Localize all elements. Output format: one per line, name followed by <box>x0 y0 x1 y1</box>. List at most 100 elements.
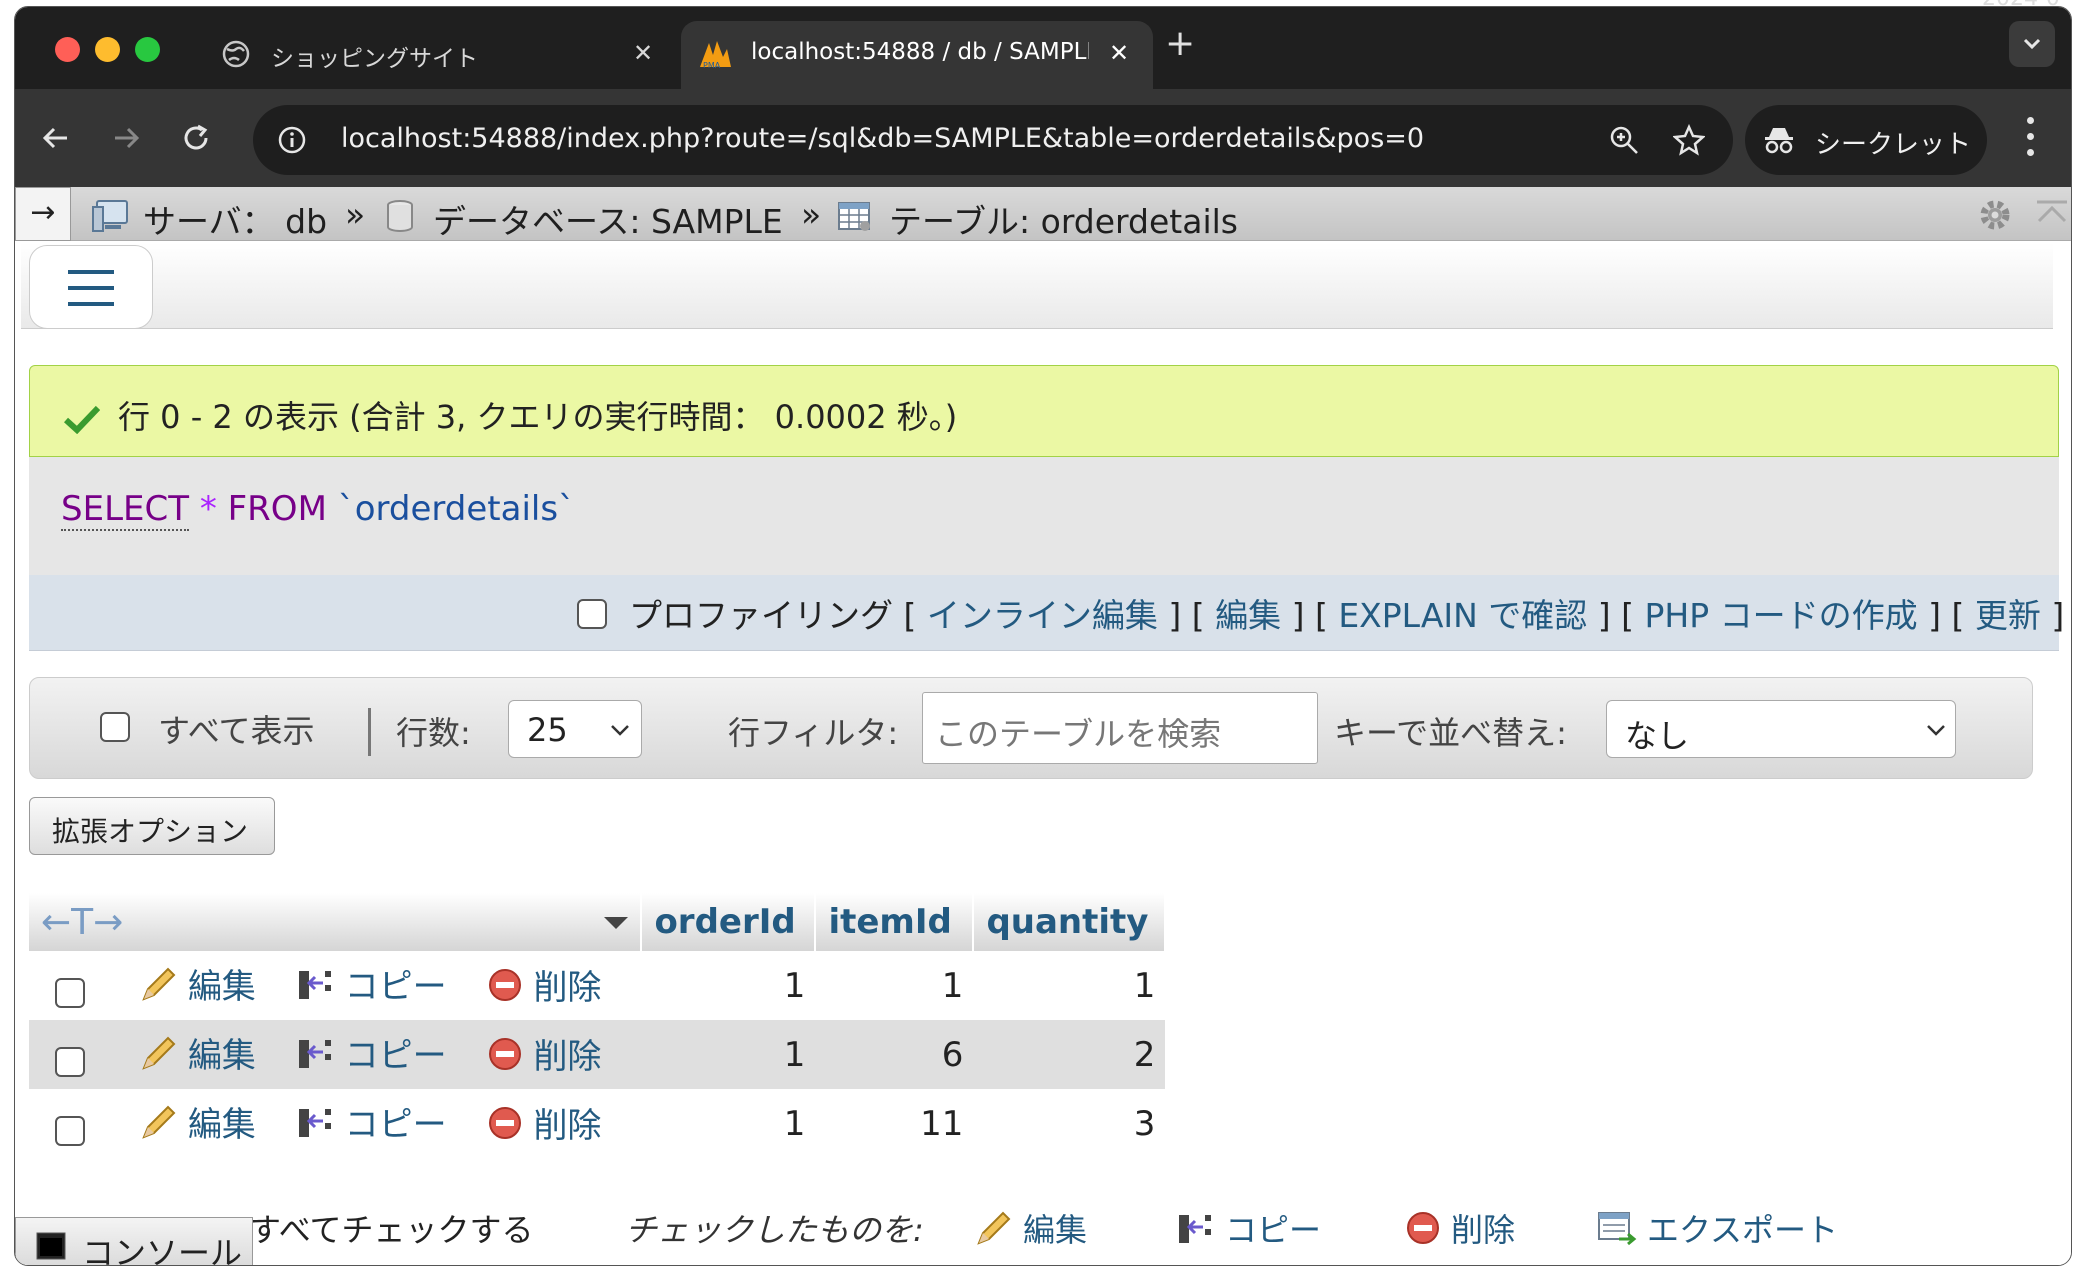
php-code-link[interactable]: PHP コードの作成 <box>1645 596 1918 635</box>
row-checkbox[interactable] <box>55 1047 85 1078</box>
row-checkbox[interactable] <box>55 1116 85 1147</box>
tab-shopping[interactable]: ショッピングサイト ✕ <box>205 21 675 89</box>
bulk-edit-action[interactable]: 編集 <box>975 1205 1087 1251</box>
sort-by-key-select[interactable]: なし <box>1606 700 1956 758</box>
browser-toolbar: localhost:54888/index.php?route=/sql&db=… <box>15 89 2071 187</box>
tab-search-button[interactable] <box>2009 21 2055 67</box>
tab-phpmyadmin-active[interactable]: PMA localhost:54888 / db / SAMPLE ✕ <box>681 21 1153 89</box>
delete-icon <box>489 1106 522 1139</box>
column-header-itemid[interactable]: itemId <box>815 893 975 951</box>
cell-quantity[interactable]: 1 <box>973 951 1166 1020</box>
cell-orderid[interactable]: 1 <box>641 951 816 1020</box>
cell-orderid[interactable]: 1 <box>641 1089 816 1158</box>
hamburger-menu-button[interactable] <box>29 245 153 329</box>
table-row: 編集 コピー 削除 1 11 3 <box>29 1089 1166 1158</box>
browser-menu-icon[interactable] <box>2027 117 2035 157</box>
copy-label: コピー <box>344 967 447 1008</box>
maximize-window-button[interactable] <box>135 37 160 62</box>
breadcrumb-server[interactable]: サーバ： db <box>143 195 327 243</box>
copy-label: コピー <box>344 1105 447 1146</box>
cell-orderid[interactable]: 1 <box>641 1020 816 1089</box>
chevron-down-icon <box>2023 38 2041 50</box>
edit-label: 編集 <box>187 1105 256 1146</box>
incognito-badge[interactable]: シークレット <box>1745 105 1987 175</box>
zoom-icon[interactable] <box>1609 125 1639 155</box>
address-bar[interactable]: localhost:54888/index.php?route=/sql&db=… <box>253 105 1733 175</box>
delete-label: 削除 <box>533 1037 602 1078</box>
collapse-top-icon[interactable] <box>2035 199 2069 231</box>
row-edit-action[interactable]: 編集 <box>140 1097 256 1146</box>
cell-quantity[interactable]: 3 <box>973 1089 1166 1158</box>
globe-icon <box>222 40 250 68</box>
profiling-label[interactable]: プロファイリング <box>629 596 893 635</box>
row-checkbox[interactable] <box>55 978 85 1009</box>
check-all-link[interactable]: すべてチェックする <box>249 1205 533 1251</box>
table-body: 編集 コピー 削除 1 1 1 編集 コピー 削除 1 6 2 編集 コピー 削… <box>29 951 1166 1158</box>
column-header-quantity[interactable]: quantity <box>973 893 1167 951</box>
bookmark-star-icon[interactable] <box>1673 124 1705 156</box>
inline-edit-link[interactable]: インライン編集 <box>927 596 1158 635</box>
profiling-checkbox[interactable] <box>577 599 607 629</box>
column-header-orderid[interactable]: orderId <box>641 893 817 951</box>
refresh-link[interactable]: 更新 <box>1975 596 2041 635</box>
row-delete-action[interactable]: 削除 <box>487 1098 601 1147</box>
navigation-filter-bar: すべて表示 行数: 25 行フィルタ: このテーブルを検索 キーで並べ替え: な… <box>29 677 2033 779</box>
table-header-row: ←T→ orderId itemId quantity <box>29 893 1167 951</box>
copy-icon <box>298 970 331 999</box>
row-delete-action[interactable]: 削除 <box>487 1029 601 1078</box>
row-delete-action[interactable]: 削除 <box>487 960 601 1009</box>
column-resize-controls[interactable]: ←T→ <box>29 893 643 951</box>
forward-arrow-icon[interactable] <box>111 123 141 153</box>
row-copy-action[interactable]: コピー <box>297 1028 447 1077</box>
bulk-delete-action[interactable]: 削除 <box>1405 1205 1515 1251</box>
breadcrumb-table[interactable]: テーブル: orderdetails <box>889 195 1238 243</box>
rows-select[interactable]: 25 <box>508 700 642 758</box>
reload-icon[interactable] <box>181 123 211 153</box>
bulk-copy-action[interactable]: コピー <box>1177 1205 1321 1251</box>
back-arrow-icon[interactable] <box>41 123 71 153</box>
cell-itemid[interactable]: 1 <box>815 951 974 1020</box>
cell-itemid[interactable]: 11 <box>815 1089 974 1158</box>
cell-itemid[interactable]: 6 <box>815 1020 974 1089</box>
row-actions: 編集 コピー 削除 <box>29 951 642 1020</box>
url-text[interactable]: localhost:54888/index.php?route=/sql&db=… <box>341 123 1424 154</box>
row-filter-input[interactable]: このテーブルを検索 <box>922 692 1318 764</box>
close-window-button[interactable] <box>55 37 80 62</box>
console-toggle[interactable]: コンソール <box>15 1217 253 1265</box>
cell-quantity[interactable]: 2 <box>973 1020 1166 1089</box>
export-icon <box>1598 1212 1637 1246</box>
row-edit-action[interactable]: 編集 <box>140 1028 256 1077</box>
tab-close-icon[interactable]: ✕ <box>633 39 653 67</box>
sql-star: * <box>199 489 217 529</box>
sql-keyword-select[interactable]: SELECT <box>61 489 189 531</box>
bulk-copy-label: コピー <box>1225 1211 1322 1249</box>
tab-close-icon[interactable]: ✕ <box>1109 39 1129 67</box>
edit-link[interactable]: 編集 <box>1215 596 1281 635</box>
delete-label: 削除 <box>533 1106 602 1147</box>
show-all-checkbox[interactable] <box>100 712 130 742</box>
row-copy-action[interactable]: コピー <box>297 1097 447 1146</box>
breadcrumb-database[interactable]: データベース: SAMPLE <box>433 195 783 243</box>
database-icon <box>387 200 413 232</box>
row-edit-action[interactable]: 編集 <box>140 959 256 1008</box>
tab-bar: ショッピングサイト ✕ PMA localhost:54888 / db / S… <box>15 7 2071 89</box>
browser-window: ショッピングサイト ✕ PMA localhost:54888 / db / S… <box>14 6 2072 1266</box>
minimize-window-button[interactable] <box>95 37 120 62</box>
explain-link[interactable]: EXPLAIN で確認 <box>1338 596 1587 635</box>
site-info-icon[interactable] <box>277 125 307 155</box>
gear-icon[interactable] <box>1975 195 2015 235</box>
row-copy-action[interactable]: コピー <box>297 959 447 1008</box>
new-tab-button[interactable]: + <box>1165 23 1195 64</box>
bulk-edit-label: 編集 <box>1023 1211 1088 1249</box>
bulk-export-action[interactable]: エクスポート <box>1597 1205 1838 1251</box>
extended-options-button[interactable]: 拡張オプション <box>29 797 275 855</box>
divider <box>368 708 371 756</box>
show-all-label[interactable]: すべて表示 <box>158 706 314 752</box>
copy-icon <box>298 1108 331 1137</box>
table-row: 編集 コピー 削除 1 6 2 <box>29 1020 1166 1089</box>
sort-by-key-label: キーで並べ替え: <box>1334 714 1567 752</box>
caret-down-icon[interactable] <box>602 915 630 931</box>
rows-select-value: 25 <box>527 711 568 749</box>
toggle-navigation-button[interactable]: → <box>15 187 71 241</box>
column-arrows-icon[interactable]: ←T→ <box>41 902 123 943</box>
